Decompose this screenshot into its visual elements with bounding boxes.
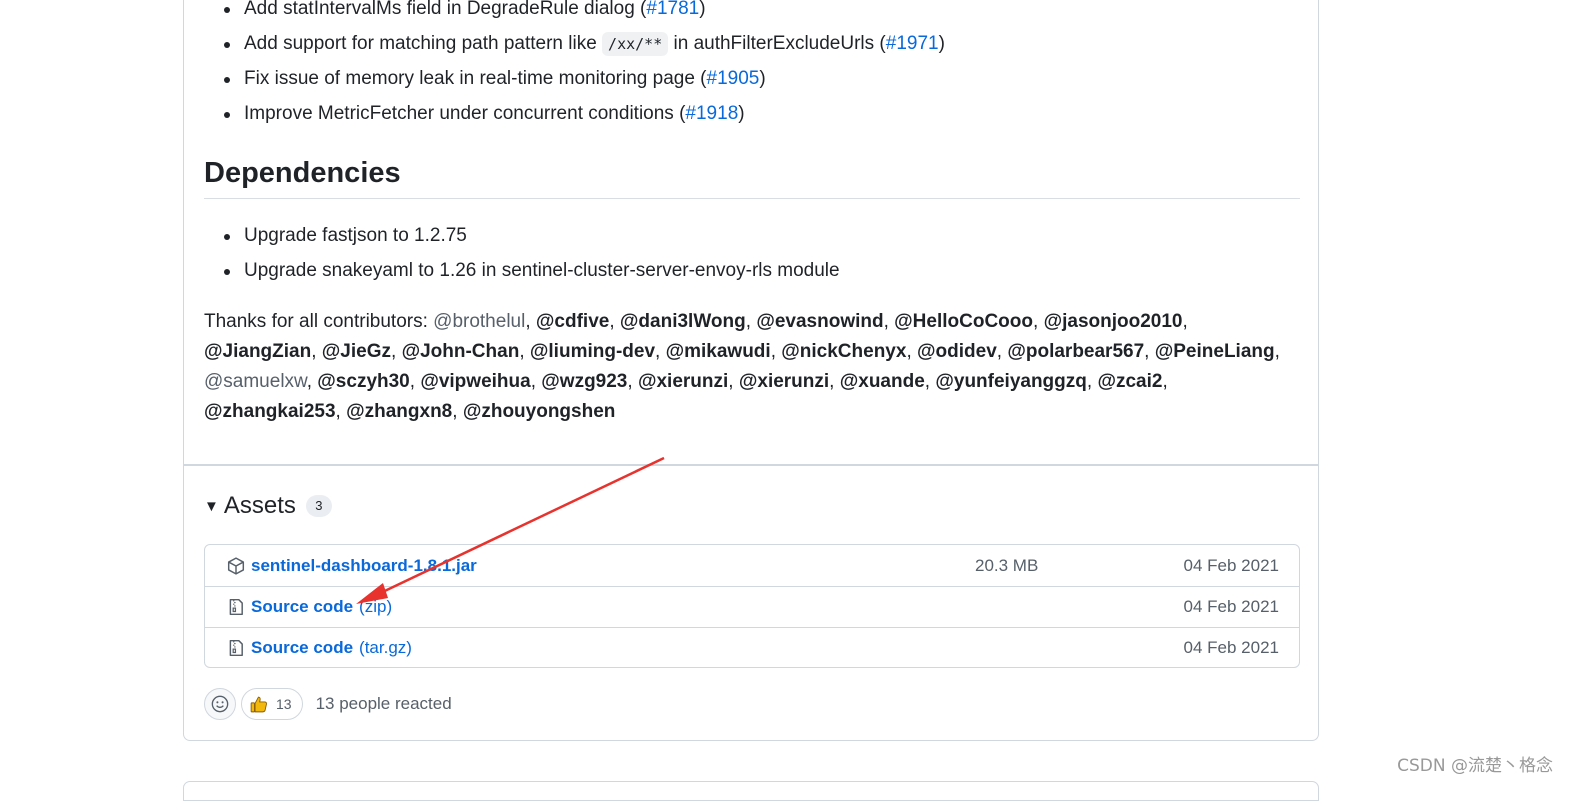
issue-link-1918[interactable]: #1918 [685, 103, 738, 124]
contributor-mention[interactable]: @mikawudi [666, 341, 771, 362]
separator: , [1086, 371, 1098, 392]
add-reaction-button[interactable] [204, 688, 236, 720]
heading-divider [204, 198, 1300, 199]
separator: , [728, 371, 739, 392]
separator: , [335, 401, 347, 422]
thumbs-up-icon [250, 696, 267, 713]
contributors-paragraph: Thanks for all contributors: @brothelul,… [204, 307, 1300, 427]
asset-date: 04 Feb 2021 [1183, 638, 1279, 657]
next-release-card [183, 781, 1319, 801]
contributor-mention[interactable]: @jasonjoo2010 [1044, 311, 1183, 332]
contributor-mention[interactable]: @xierunzi [739, 371, 829, 392]
contributor-mention[interactable]: @polarbear567 [1007, 341, 1144, 362]
thanks-prefix: Thanks for all contributors: [204, 311, 434, 332]
separator: , [525, 311, 536, 332]
assets-toggle[interactable]: ▼ Assets 3 [204, 492, 332, 520]
separator: , [1033, 311, 1044, 332]
separator: , [1182, 311, 1188, 332]
list-item: Add support for matching path pattern li… [224, 32, 945, 56]
separator: , [906, 341, 918, 362]
contributor-mention[interactable]: @zhangkai253 [204, 401, 336, 422]
contributor-mention[interactable]: @odidev [917, 341, 997, 362]
contributor-mention[interactable]: @yunfeiyanggzq [935, 371, 1087, 392]
issue-link-1905[interactable]: #1905 [707, 68, 760, 89]
list-item: Fix issue of memory leak in real-time mo… [224, 68, 766, 89]
contributor-mention[interactable]: @sczyh30 [317, 371, 409, 392]
asset-link-source-zip[interactable]: Source code (zip) [251, 597, 392, 617]
separator: , [519, 341, 530, 362]
contributor-mention[interactable]: @zhouyongshen [463, 401, 616, 422]
list-item: Upgrade fastjson to 1.2.75 [224, 225, 467, 246]
separator: , [655, 341, 666, 362]
file-zip-icon [229, 598, 243, 616]
contributor-mention[interactable]: @evasnowind [756, 311, 883, 332]
reactions-bar: 13 13 people reacted [204, 688, 452, 720]
contributor-mention[interactable]: @wzg923 [541, 371, 627, 392]
thumbs-up-count: 13 [276, 696, 292, 712]
separator: , [1274, 341, 1280, 362]
contributor-mention[interactable]: @zhangxn8 [346, 401, 452, 422]
contributor-mention[interactable]: @nickChenyx [781, 341, 906, 362]
separator: , [409, 371, 421, 392]
separator: , [829, 371, 840, 392]
release-card: Add statIntervalMs field in DegradeRule … [183, 0, 1319, 741]
list-item: Improve MetricFetcher under concurrent c… [224, 103, 745, 124]
contributor-mention[interactable]: @JiangZian [204, 341, 311, 362]
contributor-mention[interactable]: @HelloCoCooo [894, 311, 1033, 332]
contributor-mention[interactable]: @liuming-dev [530, 341, 655, 362]
contributor-mention[interactable]: @brothelul [433, 311, 525, 332]
asset-size: 20.3 MB [975, 555, 1039, 575]
asset-link-source-targz[interactable]: Source code (tar.gz) [251, 638, 412, 658]
separator: , [1162, 371, 1168, 392]
list-item: Add statIntervalMs field in DegradeRule … [224, 0, 706, 21]
section-divider [184, 464, 1318, 466]
issue-link-1971[interactable]: #1971 [886, 33, 939, 54]
contributor-mention[interactable]: @xuande [840, 371, 925, 392]
separator: , [1144, 341, 1155, 362]
asset-row: Source code (tar.gz) 04 Feb 2021 [205, 627, 1299, 668]
contributor-mention[interactable]: @vipweihua [420, 371, 530, 392]
caret-down-icon: ▼ [204, 497, 219, 515]
contributor-mention[interactable]: @zcai2 [1097, 371, 1162, 392]
contributor-mention[interactable]: @samuelxw [204, 371, 307, 392]
separator: , [745, 311, 757, 332]
separator: , [996, 341, 1008, 362]
reactions-summary: 13 people reacted [315, 694, 452, 713]
smiley-icon [211, 695, 229, 713]
contributor-mention[interactable]: @JieGz [322, 341, 391, 362]
separator: , [306, 371, 318, 392]
contributor-mention[interactable]: @dani3lWong [620, 311, 746, 332]
separator: , [627, 371, 638, 392]
package-icon [227, 556, 245, 575]
contributor-mention[interactable]: @PeineLiang [1155, 341, 1275, 362]
contributor-mention[interactable]: @cdfive [536, 311, 609, 332]
assets-heading: Assets [223, 492, 296, 519]
asset-link-jar[interactable]: sentinel-dashboard-1.8.1.jar [251, 556, 477, 576]
separator: , [530, 371, 542, 392]
asset-row: Source code (zip) 04 Feb 2021 [205, 586, 1299, 627]
separator: , [609, 311, 620, 332]
separator: , [770, 341, 782, 362]
separator: , [311, 341, 322, 362]
assets-count-badge: 3 [305, 495, 332, 517]
asset-date: 04 Feb 2021 [1183, 555, 1279, 575]
dependencies-heading: Dependencies [204, 157, 401, 189]
separator: , [391, 341, 402, 362]
file-zip-icon [229, 639, 243, 657]
contributor-mention[interactable]: @xierunzi [638, 371, 728, 392]
asset-row: sentinel-dashboard-1.8.1.jar 20.3 MB 04 … [205, 545, 1299, 586]
contributor-mention[interactable]: @John-Chan [402, 341, 520, 362]
separator: , [924, 371, 936, 392]
watermark-text: CSDN @流楚丶格念 [1397, 756, 1553, 776]
separator: , [452, 401, 463, 422]
path-pattern-code: /xx/** [602, 32, 669, 56]
assets-list: sentinel-dashboard-1.8.1.jar 20.3 MB 04 … [204, 544, 1300, 668]
thumbs-up-reaction-button[interactable]: 13 [241, 688, 303, 720]
list-item: Upgrade snakeyaml to 1.26 in sentinel-cl… [224, 260, 840, 281]
asset-date: 04 Feb 2021 [1183, 597, 1279, 616]
issue-link-1781[interactable]: #1781 [646, 0, 699, 19]
separator: , [883, 311, 895, 332]
